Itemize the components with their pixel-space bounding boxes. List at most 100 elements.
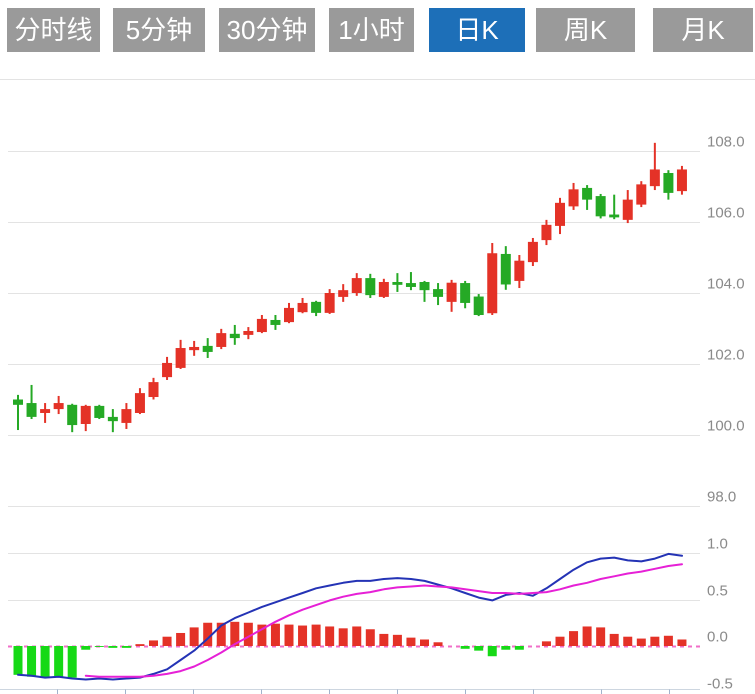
macd-bar-down: [488, 646, 497, 656]
macd-axis-label: 0.0: [707, 629, 728, 646]
candle-up: [528, 242, 538, 262]
macd-bar-up: [569, 631, 578, 646]
candle-up: [514, 261, 524, 281]
macd-bar-up: [163, 637, 172, 646]
candle-up: [677, 169, 687, 191]
candle-up: [325, 293, 335, 313]
candle-up: [379, 282, 389, 297]
dif-line: [18, 554, 682, 680]
macd-bar-up: [135, 644, 144, 646]
dif-line: [18, 554, 682, 680]
macd-axis-label: -0.5: [707, 676, 733, 693]
macd-bar-up: [352, 626, 361, 646]
macd-bar-up: [379, 634, 388, 646]
macd-bar-up: [366, 629, 375, 646]
kline-chart[interactable]: 108.0106.0104.0102.0100.098.01.00.50.0-0…: [0, 0, 755, 694]
macd-bar-up: [325, 626, 334, 646]
macd-bar-up: [637, 639, 646, 646]
candle-down: [13, 400, 23, 405]
macd-bar-up: [542, 641, 551, 646]
macd-bar-down: [54, 646, 63, 677]
macd-bar-down: [95, 646, 104, 647]
candle-up: [135, 393, 145, 413]
candle-up: [40, 409, 50, 413]
macd-bar-down: [122, 646, 131, 648]
macd-bar-down: [41, 646, 50, 678]
macd-bar-up: [434, 642, 443, 646]
macd-histogram: [14, 622, 687, 678]
candle-down: [420, 282, 430, 290]
macd-bar-up: [312, 625, 321, 646]
candle-down: [501, 254, 511, 285]
candle-down: [203, 346, 213, 352]
candle-down: [596, 196, 606, 216]
candle-up: [149, 382, 159, 397]
candle-up: [176, 348, 186, 368]
macd-bar-up: [176, 633, 185, 646]
candle-down: [365, 278, 375, 295]
macd-bar-down: [27, 646, 36, 677]
macd-axis-label: 0.5: [707, 583, 728, 600]
dea-line: [86, 564, 682, 677]
candle-down: [67, 405, 77, 425]
candle-up: [487, 253, 497, 313]
macd-bar-up: [285, 625, 294, 646]
candle-down: [230, 334, 240, 338]
macd-bar-down: [461, 646, 470, 649]
candle-up: [189, 347, 199, 350]
macd-bar-up: [556, 637, 565, 646]
macd-bar-up: [298, 626, 307, 646]
candle-up: [81, 406, 91, 424]
macd-bar-up: [149, 640, 158, 646]
candle-up: [162, 363, 172, 377]
candle-up: [243, 331, 253, 335]
candle-down: [609, 215, 619, 218]
price-axis-label: 98.0: [707, 489, 736, 506]
candle-up: [447, 283, 457, 302]
macd-bar-down: [108, 646, 117, 648]
candle-up: [541, 225, 551, 240]
candle-up: [338, 290, 348, 297]
macd-bar-up: [623, 637, 632, 646]
candle-down: [311, 302, 321, 313]
macd-bar-up: [406, 638, 415, 646]
macd-bar-down: [68, 646, 77, 678]
macd-bar-up: [271, 624, 280, 646]
candle-up: [257, 319, 267, 332]
candle-up: [352, 278, 362, 293]
macd-bar-up: [393, 635, 402, 646]
price-axis-label: 108.0: [707, 134, 745, 151]
candle-down: [663, 173, 673, 193]
macd-bar-up: [650, 637, 659, 646]
candle-down: [392, 282, 402, 285]
candle-up: [216, 333, 226, 347]
candle-down: [406, 283, 416, 287]
candle-up: [121, 409, 131, 423]
candle-up: [650, 169, 660, 186]
candle-down: [94, 406, 104, 418]
candlestick-series: [13, 143, 687, 432]
macd-bar-up: [610, 634, 619, 646]
candle-up: [298, 303, 308, 312]
macd-axis-label: 1.0: [707, 536, 728, 553]
candle-down: [474, 297, 484, 315]
time-axis: [0, 690, 700, 694]
candle-down: [270, 320, 280, 325]
macd-bar-up: [664, 636, 673, 646]
candle-up: [54, 403, 64, 409]
macd-axis-labels: 1.0 0.5 0.0 -0.5: [707, 536, 733, 693]
candle-up: [623, 200, 633, 220]
price-axis-labels: 108.0106.0104.0102.0100.098.0: [707, 134, 745, 506]
macd-bar-down: [515, 646, 524, 650]
price-axis-label: 106.0: [707, 205, 745, 222]
candle-down: [27, 403, 37, 417]
macd-bar-down: [81, 646, 90, 650]
candle-down: [582, 188, 592, 200]
macd-bar-up: [583, 626, 592, 646]
macd-bar-up: [596, 627, 605, 646]
price-axis-label: 102.0: [707, 347, 745, 364]
candle-down: [108, 417, 118, 421]
macd-bar-down: [474, 646, 483, 651]
price-axis-label: 104.0: [707, 276, 745, 293]
candle-up: [569, 189, 579, 206]
